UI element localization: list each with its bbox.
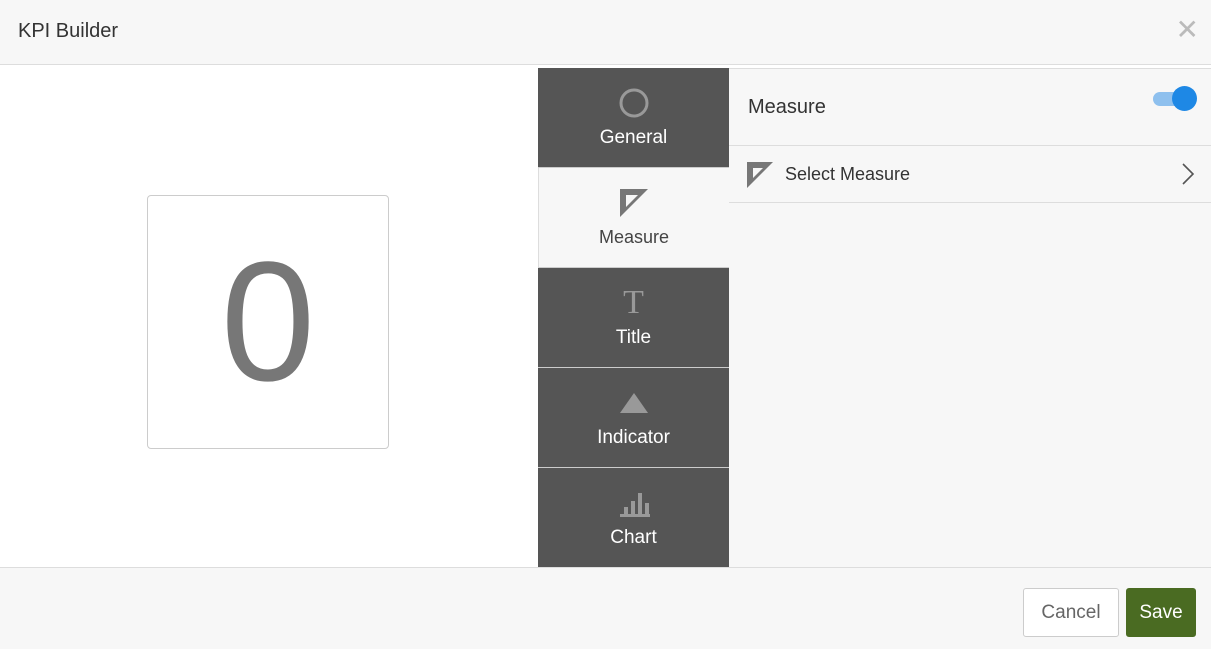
cancel-button[interactable]: Cancel	[1023, 588, 1119, 637]
tab-label: Title	[615, 326, 652, 348]
tab-label: Indicator	[597, 426, 670, 448]
tab-chart[interactable]: Chart	[538, 468, 729, 567]
tab-label: Measure	[598, 227, 670, 247]
close-icon[interactable]: ✕	[1176, 16, 1199, 44]
kpi-card: 0	[147, 195, 389, 449]
text-icon: T	[623, 283, 644, 321]
kpi-value: 0	[220, 227, 316, 417]
tab-indicator[interactable]: Indicator	[538, 368, 729, 468]
dialog-footer: Cancel Save	[0, 567, 1211, 649]
tab-general[interactable]: General	[538, 68, 729, 168]
ruler-icon	[618, 187, 650, 219]
triangle-icon	[618, 387, 650, 419]
ruler-icon	[747, 162, 773, 193]
tab-measure[interactable]: Measure	[538, 168, 729, 268]
select-measure-label: Select Measure	[785, 164, 911, 184]
measure-label: Measure	[748, 96, 826, 118]
kpi-preview: 0	[0, 65, 538, 567]
measure-toggle-row: Measure	[729, 69, 1211, 146]
dialog-header: KPI Builder ✕	[0, 0, 1211, 65]
chevron-right-icon	[1181, 162, 1195, 192]
tab-label: Chart	[610, 526, 657, 548]
measure-toggle[interactable]	[1153, 86, 1197, 111]
bar-chart-icon	[618, 487, 650, 519]
select-measure-row[interactable]: Select Measure	[729, 146, 1211, 203]
dialog-title: KPI Builder	[18, 20, 119, 42]
tab-list: General Measure T Title Indicator Chart	[538, 68, 729, 567]
tab-title[interactable]: T Title	[538, 268, 729, 368]
measure-panel: Measure Select Measure	[729, 68, 1211, 567]
tab-label: General	[599, 126, 668, 148]
circle-icon	[618, 87, 650, 119]
save-button[interactable]: Save	[1126, 588, 1196, 637]
